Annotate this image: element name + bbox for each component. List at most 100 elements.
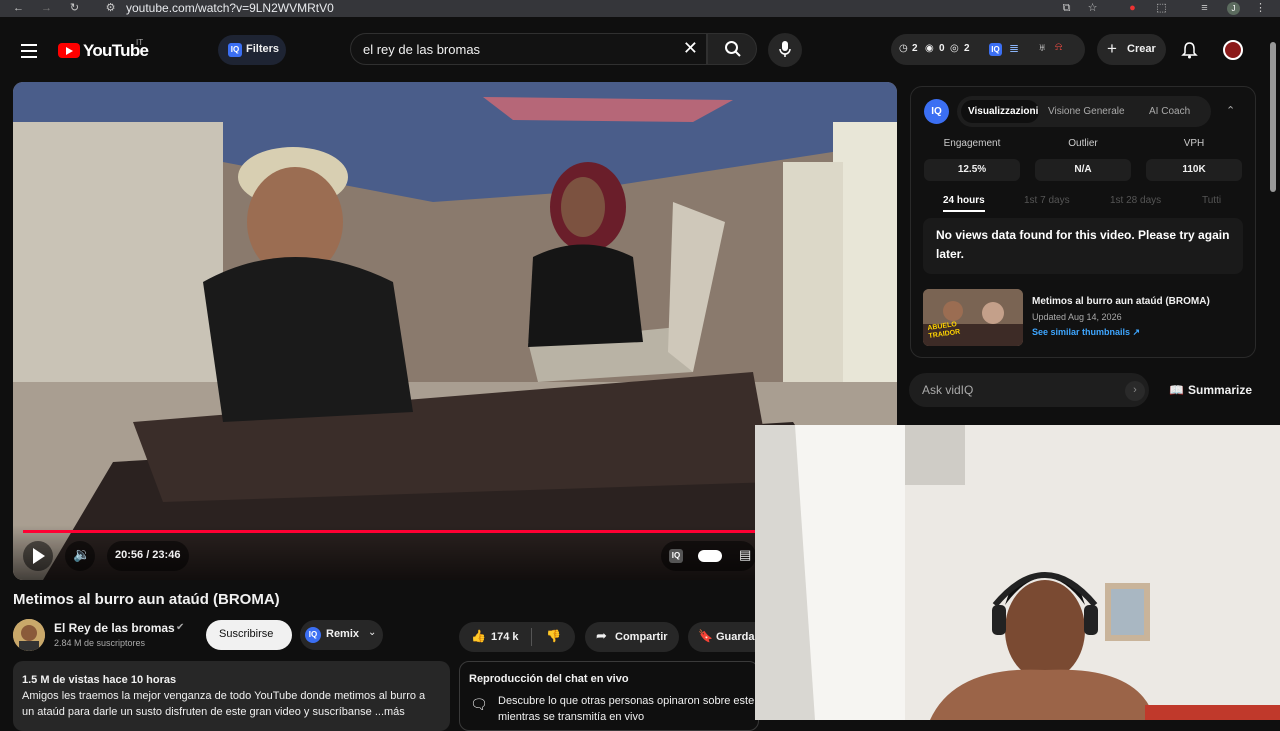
- subscribe-button[interactable]: Suscribirse: [206, 620, 292, 650]
- save-label: Guardar: [716, 631, 759, 643]
- profile-avatar[interactable]: J: [1227, 2, 1240, 15]
- autoplay-toggle[interactable]: [698, 550, 722, 562]
- range-24-hours[interactable]: 24 hours: [943, 195, 985, 206]
- book-icon[interactable]: 📖: [1169, 383, 1184, 397]
- microphone-icon: [779, 41, 791, 57]
- scrollbar-thumb[interactable]: [1270, 42, 1276, 192]
- send-chevron-icon[interactable]: ›: [1125, 381, 1145, 401]
- clock-icon: ◷: [899, 43, 908, 54]
- page-scrollbar[interactable]: [1269, 36, 1277, 426]
- tab-ai-coach[interactable]: AI Coach: [1149, 106, 1190, 117]
- reload-icon[interactable]: ↻: [68, 2, 81, 15]
- like-count[interactable]: 174 k: [491, 631, 519, 643]
- notifications-bell-icon[interactable]: [1181, 41, 1198, 59]
- video-thumbnail[interactable]: ABUELO TRAIDOR: [923, 289, 1023, 346]
- alert-bell-icon[interactable]: ⍾: [1055, 41, 1062, 54]
- country-code: IT: [136, 38, 144, 47]
- no-views-message: No views data found for this video. Plea…: [923, 218, 1243, 274]
- range-tutti[interactable]: Tutti: [1202, 195, 1221, 206]
- browser-toolbar: ← → ↻ ⚙ youtube.com/watch?v=9LN2WVMRtV0 …: [0, 0, 1280, 17]
- like-icon[interactable]: 👍: [471, 629, 486, 643]
- description-line-2: un ataúd para darle un susto disfruten d…: [22, 706, 405, 718]
- dislike-icon[interactable]: 👎: [546, 629, 561, 643]
- vidiq-remix-icon: IQ: [305, 627, 321, 643]
- bookmark-icon: 🔖: [698, 629, 713, 643]
- range-1st-28-days[interactable]: 1st 28 days: [1110, 195, 1161, 206]
- verified-icon: ✔: [176, 622, 185, 633]
- channel-avatar[interactable]: [13, 619, 45, 651]
- search-input[interactable]: el rey de las bromas ✕: [350, 33, 707, 65]
- subscribe-label: Suscribirse: [219, 628, 274, 640]
- play-icon: [33, 548, 45, 564]
- extension-red-icon[interactable]: ●: [1126, 2, 1139, 15]
- tab-visualizzazioni[interactable]: Visualizzazioni: [968, 106, 1038, 117]
- eye-icon: ◉: [925, 43, 934, 54]
- ask-vidiq-placeholder: Ask vidIQ: [922, 383, 974, 397]
- voice-search-button[interactable]: [768, 33, 802, 67]
- install-icon[interactable]: ⧉: [1060, 2, 1073, 15]
- metric-label-engagement: Engagement: [943, 138, 1001, 149]
- description-line-1: Amigos les traemos la mejor venganza de …: [22, 690, 426, 702]
- chevron-down-icon: ⌄: [368, 627, 377, 638]
- subscriber-count: 2.84 M de suscriptores: [54, 638, 146, 648]
- collapse-chevron-icon[interactable]: ⌃: [1226, 104, 1235, 117]
- hamburger-menu-icon[interactable]: [21, 44, 37, 62]
- range-underline: [943, 210, 985, 212]
- description-box[interactable]: 1.5 M de vistas hace 10 horas Amigos les…: [13, 661, 450, 731]
- thumbnail-title: Metimos al burro aun ataúd (BROMA): [1032, 296, 1210, 307]
- metric-value-vph: 110K: [1146, 159, 1242, 181]
- chat-title: Reproducción del chat en vivo: [469, 673, 629, 685]
- create-button[interactable]: + Crear: [1097, 34, 1166, 65]
- eye-outline-icon: ◎: [950, 43, 959, 54]
- site-info-icon[interactable]: ⚙: [104, 2, 117, 15]
- range-1st-7-days[interactable]: 1st 7 days: [1024, 195, 1070, 206]
- clear-search-icon[interactable]: ✕: [683, 38, 698, 59]
- live-chat-replay[interactable]: Reproducción del chat en vivo 🗨 Descubre…: [459, 661, 759, 731]
- vidiq-icon: IQ: [228, 43, 242, 57]
- metric-value-engagement: 12.5%: [924, 159, 1020, 181]
- account-avatar[interactable]: [1223, 40, 1243, 60]
- webcam-overlay: [755, 425, 1280, 720]
- volume-button[interactable]: 🔉: [65, 541, 95, 571]
- share-button[interactable]: ➦ Compartir: [585, 622, 679, 652]
- webcam-image: [755, 425, 1280, 720]
- tab-visione-generale[interactable]: Visione Generale: [1048, 106, 1125, 117]
- trophy-icon[interactable]: ♅: [1038, 42, 1046, 54]
- remix-button[interactable]: IQ Remix ⌄: [300, 620, 383, 650]
- address-bar[interactable]: youtube.com/watch?v=9LN2WVMRtV0: [126, 1, 334, 15]
- chat-line-1: Descubre lo que otras personas opinaron …: [498, 695, 755, 707]
- metric-value-outlier: N/A: [1035, 159, 1131, 181]
- vidiq-icon[interactable]: IQ: [989, 43, 1002, 56]
- plus-icon: +: [1107, 39, 1117, 58]
- list-icon[interactable]: ≣: [1009, 41, 1019, 55]
- extensions-icon[interactable]: ⬚: [1155, 2, 1168, 15]
- vidiq-logo-icon: IQ: [924, 99, 949, 124]
- share-icon: ➦: [596, 628, 607, 643]
- tab-search-icon[interactable]: ≡: [1198, 2, 1211, 15]
- menu-icon[interactable]: ⋮: [1254, 2, 1267, 15]
- time-display: 20:56 / 23:46: [107, 541, 189, 571]
- divider: [531, 628, 532, 646]
- back-icon[interactable]: ←: [12, 2, 25, 15]
- time-text: 20:56 / 23:46: [115, 549, 181, 561]
- player-right-controls: IQ ▤: [661, 541, 756, 571]
- subtitles-icon[interactable]: ▤: [739, 547, 751, 563]
- channel-name[interactable]: El Rey de las bromas: [54, 621, 175, 635]
- vidiq-stats-bar[interactable]: ◷ 2 ◉ 0 ◎ 2 IQ ≣ ♅ ⍾: [891, 34, 1085, 65]
- volume-icon: 🔉: [73, 546, 91, 562]
- filters-label: Filters: [246, 43, 280, 55]
- youtube-logo-icon[interactable]: [58, 43, 80, 58]
- chat-line-2: mientras se transmitía en vivo: [498, 711, 645, 723]
- ask-vidiq-input[interactable]: Ask vidIQ ›: [909, 373, 1149, 407]
- description-meta: 1.5 M de vistas hace 10 horas: [22, 674, 177, 686]
- vidiq-filters-button[interactable]: IQ Filters: [218, 35, 286, 65]
- forward-icon[interactable]: →: [40, 2, 53, 15]
- summarize-button[interactable]: Summarize: [1188, 383, 1252, 397]
- share-label: Compartir: [615, 631, 668, 643]
- play-button[interactable]: [23, 541, 53, 571]
- vidiq-player-icon[interactable]: IQ: [669, 549, 683, 563]
- bookmark-star-icon[interactable]: ☆: [1086, 2, 1099, 15]
- search-button[interactable]: [707, 33, 757, 65]
- see-similar-thumbnails-link[interactable]: See similar thumbnails ↗: [1032, 327, 1140, 338]
- save-button[interactable]: 🔖 Guardar: [688, 622, 759, 652]
